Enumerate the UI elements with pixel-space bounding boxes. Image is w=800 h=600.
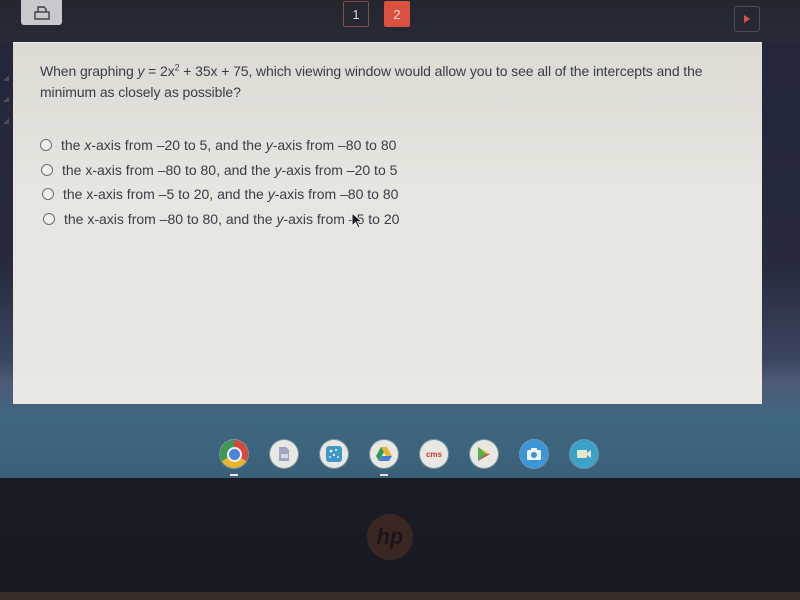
next-button[interactable] [734, 6, 760, 32]
bezel-edge [0, 592, 800, 600]
page-2-button[interactable]: 2 [384, 1, 410, 27]
answer-choice-4[interactable]: the x-axis from –80 to 80, and the y-axi… [40, 207, 752, 232]
choice-label: the x-axis from –80 to 80, and the y-axi… [62, 161, 398, 178]
answer-choice-2[interactable]: the x-axis from –80 to 80, and the y-axi… [40, 158, 752, 183]
shelf-app-cms[interactable]: cms [420, 440, 448, 468]
answer-choices: the x-axis from –20 to 5, and the y-axis… [40, 133, 752, 231]
print-button[interactable] [21, 0, 62, 25]
radio-button[interactable] [41, 163, 53, 176]
shelf: cms [0, 440, 800, 478]
page-1-button[interactable]: 1 [343, 1, 369, 27]
question-text: When graphing y = 2x2 + 35x + 75, which … [40, 62, 703, 100]
answer-choice-3[interactable]: the x-axis from –5 to 20, and the y-axis… [40, 182, 752, 207]
answer-choice-1[interactable]: the x-axis from –20 to 5, and the y-axis… [40, 133, 752, 158]
camera-icon [527, 448, 541, 460]
document-icon [279, 447, 289, 461]
shelf-app-play-store[interactable] [470, 440, 498, 468]
screen: 1 2 When graphing y = 2x2 + 35x + 75, wh… [0, 0, 800, 478]
side-marker [3, 75, 9, 81]
print-icon [33, 5, 50, 20]
side-marker [3, 118, 9, 124]
hp-logo: hp [367, 514, 413, 560]
choice-label: the x-axis from –20 to 5, and the y-axis… [61, 137, 397, 154]
shelf-app-camera[interactable] [520, 440, 548, 468]
video-camera-icon [577, 450, 591, 458]
radio-button[interactable] [42, 188, 54, 201]
top-toolbar: 1 2 [0, 0, 800, 42]
running-indicator [230, 474, 238, 476]
running-indicator [380, 474, 388, 476]
mouse-cursor-icon [351, 212, 363, 229]
dots-app-icon [326, 446, 342, 462]
choice-label: the x-axis from –5 to 20, and the y-axis… [63, 186, 399, 203]
shelf-app-drive[interactable] [370, 440, 398, 476]
radio-button[interactable] [40, 139, 52, 152]
radio-button[interactable] [43, 212, 55, 225]
side-marker [3, 96, 9, 102]
shelf-app-dots[interactable] [320, 440, 348, 468]
shelf-app-chrome[interactable] [220, 440, 248, 476]
play-store-icon [478, 447, 490, 461]
choice-label: the x-axis from –80 to 80, and the y-axi… [64, 210, 400, 227]
cms-icon: cms [425, 449, 442, 459]
shelf-app-meet[interactable] [570, 440, 598, 468]
brand-text: hp [376, 524, 404, 549]
question-card: When graphing y = 2x2 + 35x + 75, which … [13, 42, 762, 404]
triangle-right-icon [744, 15, 750, 23]
shelf-app-docs[interactable] [270, 440, 298, 468]
google-drive-icon [376, 447, 392, 461]
